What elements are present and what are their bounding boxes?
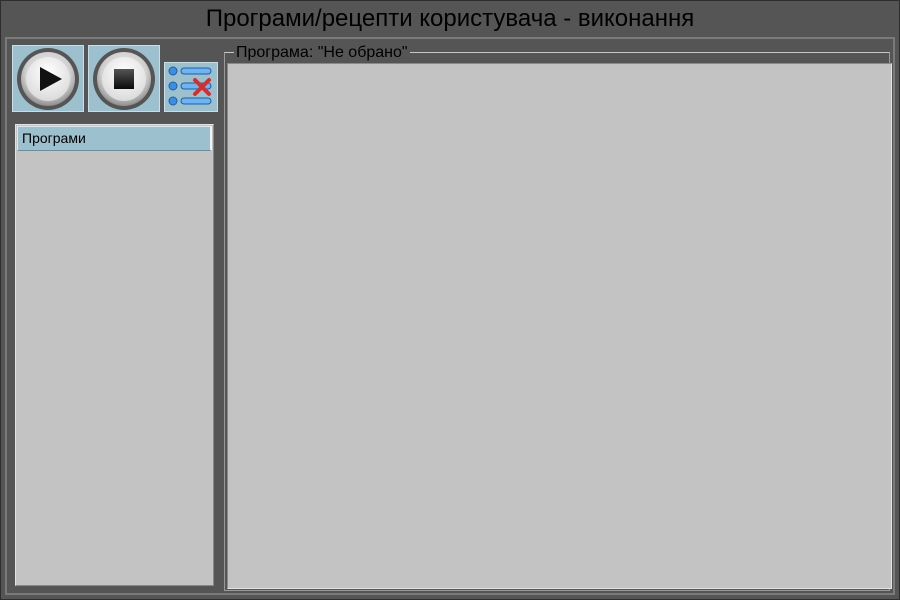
play-button[interactable] — [12, 45, 84, 112]
window-title: Програми/рецепти користувача - виконання — [205, 5, 695, 32]
program-content-area[interactable] — [227, 63, 892, 589]
program-list-header[interactable]: Програми — [17, 126, 212, 151]
program-list-body[interactable] — [16, 152, 213, 585]
play-icon — [17, 48, 79, 110]
main-frame: Програми Програма: "Не обрано" — [5, 37, 895, 595]
program-list[interactable]: Програми — [15, 124, 214, 586]
stop-button[interactable] — [88, 45, 160, 112]
app-window: Програми/рецепти користувача - виконання — [0, 0, 900, 600]
clear-list-button[interactable] — [164, 62, 218, 112]
program-group-title: Програма: "Не обрано" — [234, 44, 410, 61]
stop-icon — [93, 48, 155, 110]
list-clear-icon — [168, 66, 212, 106]
program-group: Програма: "Не обрано" — [224, 45, 892, 591]
